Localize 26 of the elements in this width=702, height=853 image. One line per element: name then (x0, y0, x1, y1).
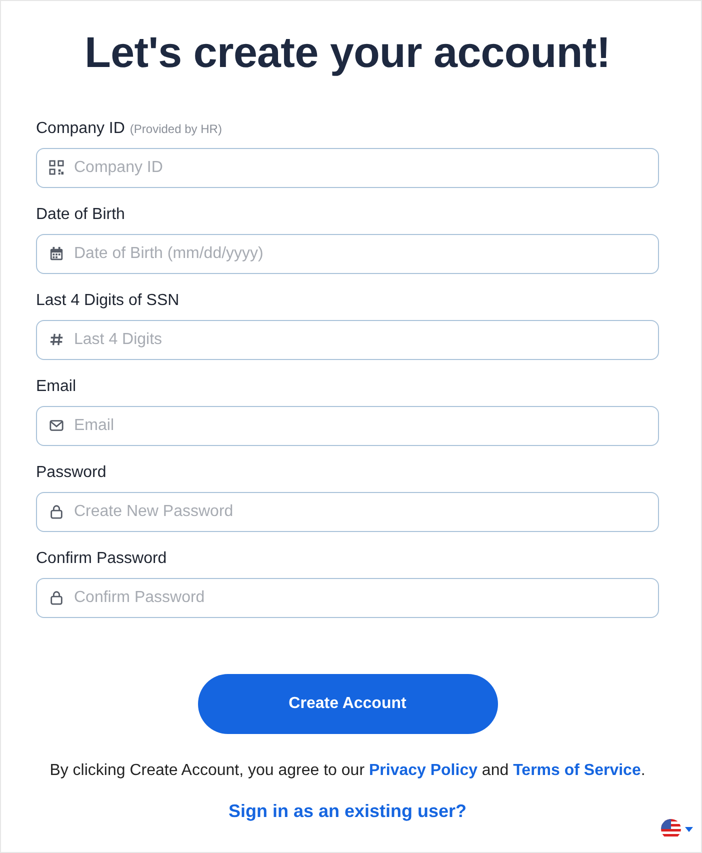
field-label: Company ID (36, 120, 125, 138)
envelope-icon (49, 418, 64, 433)
input-field[interactable]: Confirm Password (36, 578, 659, 618)
field-label: Confirm Password (36, 550, 167, 568)
policy-link[interactable]: Privacy Policy (368, 762, 478, 779)
lock-icon (49, 590, 64, 605)
field-label: Email (36, 378, 76, 396)
input-field[interactable]: Date of Birth (mm/dd/yyyy) (36, 234, 659, 274)
caret-icon (685, 826, 693, 832)
field-hint: (Provided by HR) (130, 122, 222, 136)
input-field[interactable]: Company ID (36, 148, 659, 188)
input-field[interactable]: Last 4 Digits (36, 320, 659, 360)
input-field[interactable]: Create New Password (36, 492, 659, 532)
policy-link[interactable]: Terms of Service (513, 762, 641, 779)
field-label: Date of Birth (36, 206, 125, 224)
qr-code-icon (49, 160, 64, 175)
create-account-button[interactable]: Create Account (198, 674, 498, 734)
field-label: Last 4 Digits of SSN (36, 292, 180, 310)
sign-in-link[interactable]: Sign in as an existing user? (228, 800, 467, 822)
input-field[interactable]: Email (36, 406, 659, 446)
lock-icon (49, 504, 64, 519)
field-label: Password (36, 464, 106, 482)
terms-sentence: By clicking Create Account, you agree to our Privacy Policy and Terms of Service. (48, 762, 646, 780)
calendar-icon (49, 246, 64, 261)
page-title: Let's create your account! (84, 29, 612, 78)
hash-icon (49, 332, 64, 347)
